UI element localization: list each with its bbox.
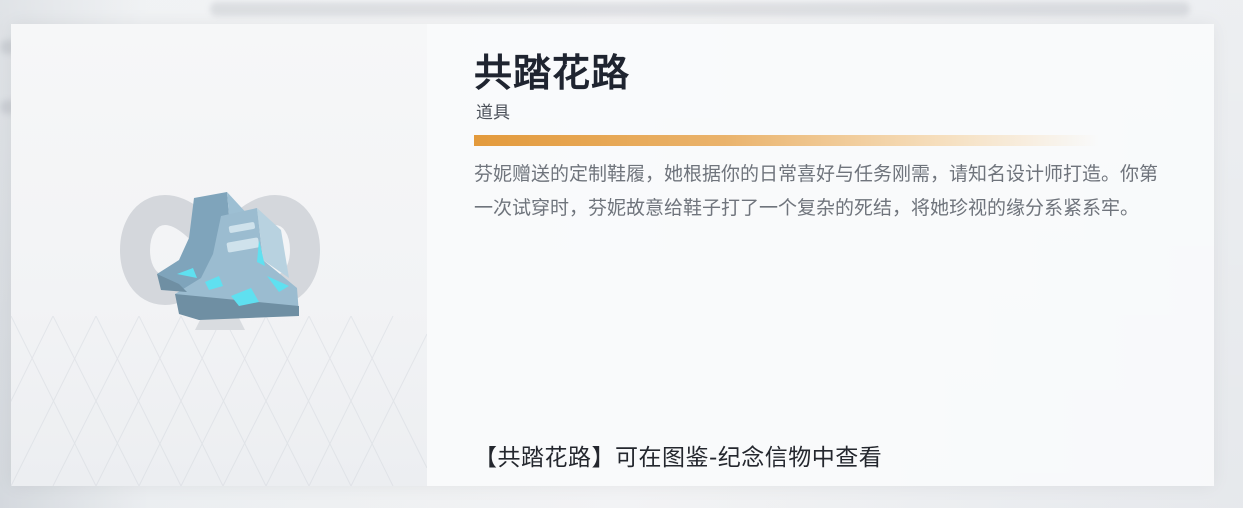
- collection-hint-text: 【共踏花路】可在图鉴-纪念信物中查看: [474, 445, 883, 471]
- item-preview-pane: [11, 24, 427, 486]
- item-detail-panel: 共踏花路 道具 芬妮赠送的定制鞋履，她根据你的日常喜好与任务刚需，请知名设计师打…: [11, 24, 1214, 486]
- item-info-pane: 共踏花路 道具 芬妮赠送的定制鞋履，她根据你的日常喜好与任务刚需，请知名设计师打…: [427, 24, 1214, 486]
- item-category-label: 道具: [476, 103, 510, 123]
- accent-divider: [474, 135, 1099, 146]
- item-description: 芬妮赠送的定制鞋履，她根据你的日常喜好与任务刚需，请知名设计师打造。你第一次试穿…: [474, 163, 1159, 219]
- blurred-text-line: [210, 2, 1190, 16]
- item-title: 共踏花路: [474, 51, 631, 95]
- diamond-pattern: [11, 316, 427, 486]
- sneakers-icon: [157, 192, 299, 320]
